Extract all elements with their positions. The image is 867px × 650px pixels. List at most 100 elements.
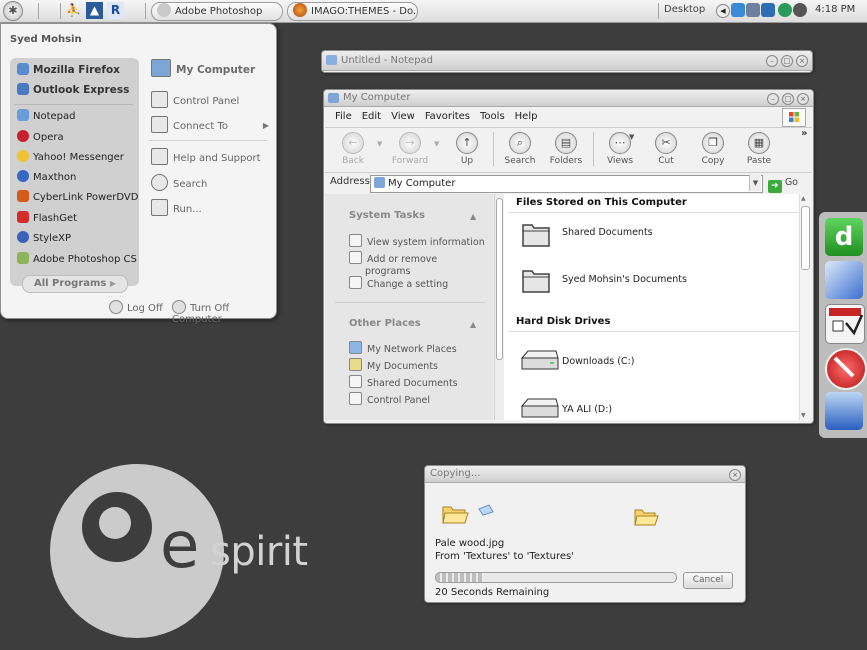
task-add-remove-programs[interactable]: Add or remove programs bbox=[349, 251, 465, 278]
close-button[interactable]: × bbox=[729, 469, 741, 481]
scroll-down-icon[interactable]: ▼ bbox=[801, 412, 806, 419]
back-dropdown-icon[interactable]: ▼ bbox=[377, 140, 382, 148]
tray-icon[interactable] bbox=[731, 3, 745, 17]
no-entry-icon[interactable] bbox=[825, 348, 867, 390]
menu-item-my-computer[interactable]: My Computer bbox=[151, 59, 255, 79]
place-shared-documents[interactable]: Shared Documents bbox=[349, 375, 458, 389]
tray-collapse-icon[interactable]: ◀ bbox=[716, 4, 730, 18]
views-button[interactable]: ⋯ Views bbox=[598, 130, 642, 168]
pane-divider bbox=[335, 302, 485, 303]
menu-view[interactable]: View bbox=[391, 111, 415, 122]
forward-button[interactable]: → Forward bbox=[388, 130, 432, 168]
folders-button[interactable]: ▤ Folders bbox=[544, 130, 588, 168]
all-programs-button[interactable]: All Programs ▶ bbox=[22, 275, 128, 293]
splitter-thumb[interactable] bbox=[496, 198, 503, 360]
up-button[interactable]: ↑ Up bbox=[445, 130, 489, 168]
log-off-icon bbox=[109, 300, 123, 314]
cut-button[interactable]: ✂ Cut bbox=[644, 130, 688, 168]
my-computer-titlebar[interactable]: My Computer – □ × bbox=[324, 90, 813, 107]
menu-help[interactable]: Help bbox=[515, 111, 538, 122]
item-drive-c[interactable]: Downloads (C:) bbox=[562, 356, 634, 367]
aim-icon[interactable]: ⛹ bbox=[65, 2, 82, 19]
menu-item-yahoo[interactable]: Yahoo! Messenger bbox=[17, 149, 124, 167]
tray-icon[interactable] bbox=[778, 3, 792, 17]
paste-button[interactable]: ▦ Paste bbox=[737, 130, 781, 168]
realplayer-icon[interactable]: R bbox=[107, 2, 124, 19]
menu-item-outlook[interactable]: Outlook Express bbox=[17, 81, 129, 99]
close-button[interactable]: × bbox=[797, 93, 809, 105]
scroll-up-icon[interactable]: ▲ bbox=[801, 195, 806, 202]
menu-item-notepad[interactable]: Notepad bbox=[17, 108, 76, 126]
desktop-toolbar-label[interactable]: Desktop bbox=[664, 4, 705, 15]
menu-item-control-panel[interactable]: Control Panel bbox=[151, 91, 239, 111]
go-button[interactable]: ➜ Go bbox=[767, 175, 798, 193]
turn-off-button[interactable]: Turn Off Computer bbox=[172, 300, 276, 325]
collapse-chevron-icon[interactable]: ▲ bbox=[470, 320, 476, 329]
address-input[interactable]: My Computer bbox=[370, 175, 763, 193]
item-user-documents[interactable]: Syed Mohsin's Documents bbox=[562, 274, 687, 285]
search-button[interactable]: ⌕ Search bbox=[498, 130, 542, 168]
other-places-header[interactable]: Other Places bbox=[349, 318, 421, 329]
place-my-documents[interactable]: My Documents bbox=[349, 358, 438, 372]
maximize-button[interactable]: □ bbox=[782, 93, 794, 105]
menu-item-search[interactable]: Search bbox=[151, 174, 207, 194]
tools-icon[interactable] bbox=[825, 392, 863, 430]
menu-item-opera[interactable]: Opera bbox=[17, 129, 64, 147]
hard-drive-icon[interactable] bbox=[520, 346, 560, 376]
volume-icon[interactable] bbox=[793, 3, 807, 17]
minimize-button[interactable]: – bbox=[767, 93, 779, 105]
copying-titlebar[interactable]: Copying... × bbox=[425, 466, 745, 483]
menu-item-powerdvd[interactable]: CyberLink PowerDVD bbox=[17, 189, 138, 207]
task-view-system-info[interactable]: View system information bbox=[349, 234, 485, 248]
menu-item-run[interactable]: Run... bbox=[151, 199, 202, 219]
search-icon bbox=[151, 174, 168, 191]
menu-file[interactable]: File bbox=[335, 111, 352, 122]
clock[interactable]: 4:18 PM bbox=[815, 4, 855, 15]
item-shared-documents[interactable]: Shared Documents bbox=[562, 227, 653, 238]
menu-item-maxthon[interactable]: Maxthon bbox=[17, 169, 76, 187]
menu-tools[interactable]: Tools bbox=[480, 111, 505, 122]
menu-item-flashget[interactable]: FlashGet bbox=[17, 210, 77, 228]
group-underline bbox=[508, 212, 798, 213]
task-change-setting[interactable]: Change a setting bbox=[349, 276, 448, 290]
folder-icon[interactable] bbox=[520, 265, 552, 295]
menu-item-help[interactable]: Help and Support bbox=[151, 148, 261, 168]
feather-icon[interactable] bbox=[825, 261, 863, 299]
menu-favorites[interactable]: Favorites bbox=[425, 111, 470, 122]
menu-item-connect-to[interactable]: Connect To ▶ bbox=[151, 116, 269, 136]
hard-drive-icon[interactable] bbox=[520, 394, 560, 420]
minimize-button[interactable]: – bbox=[766, 55, 778, 67]
menu-item-photoshop[interactable]: Adobe Photoshop CS bbox=[17, 251, 137, 269]
folder-icon[interactable] bbox=[520, 219, 552, 249]
menu-edit[interactable]: Edit bbox=[362, 111, 381, 122]
item-drive-d[interactable]: YA ALI (D:) bbox=[562, 404, 612, 415]
system-tasks-header[interactable]: System Tasks bbox=[349, 210, 425, 221]
scrollbar-thumb[interactable] bbox=[801, 206, 810, 270]
address-dropdown-icon[interactable]: ▼ bbox=[749, 175, 761, 191]
collapse-chevron-icon[interactable]: ▲ bbox=[470, 212, 476, 221]
checklist-icon[interactable] bbox=[825, 304, 865, 344]
maximize-button[interactable]: □ bbox=[781, 55, 793, 67]
menu-item-firefox[interactable]: Mozilla Firefox bbox=[17, 61, 120, 79]
photo-icon[interactable]: ▲ bbox=[86, 2, 103, 19]
dreamweaver-icon[interactable]: d bbox=[825, 218, 863, 256]
start-button[interactable]: ✱ bbox=[3, 1, 23, 21]
views-dropdown-icon[interactable]: ▼ bbox=[629, 133, 634, 141]
back-button[interactable]: ← Back bbox=[331, 130, 375, 168]
task-photoshop[interactable]: Adobe Photoshop bbox=[151, 2, 283, 21]
log-off-button[interactable]: Log Off bbox=[109, 300, 163, 314]
vertical-scrollbar[interactable]: ▲ ▼ bbox=[799, 194, 811, 420]
toolbar-overflow-icon[interactable]: » bbox=[801, 128, 807, 139]
close-button[interactable]: × bbox=[796, 55, 808, 67]
notepad-titlebar[interactable]: Untitled - Notepad – □ × bbox=[322, 51, 812, 71]
notepad-window[interactable]: Untitled - Notepad – □ × bbox=[321, 50, 813, 73]
place-network[interactable]: My Network Places bbox=[349, 341, 457, 355]
place-control-panel[interactable]: Control Panel bbox=[349, 392, 430, 406]
cancel-button[interactable]: Cancel bbox=[683, 572, 733, 589]
tray-icon[interactable] bbox=[746, 3, 760, 17]
task-firefox[interactable]: IMAGO:THEMES - Do... bbox=[287, 2, 418, 21]
forward-dropdown-icon[interactable]: ▼ bbox=[434, 140, 439, 148]
copy-button[interactable]: ❐ Copy bbox=[691, 130, 735, 168]
menu-item-stylexp[interactable]: StyleXP bbox=[17, 230, 71, 248]
tray-icon[interactable] bbox=[761, 3, 775, 17]
